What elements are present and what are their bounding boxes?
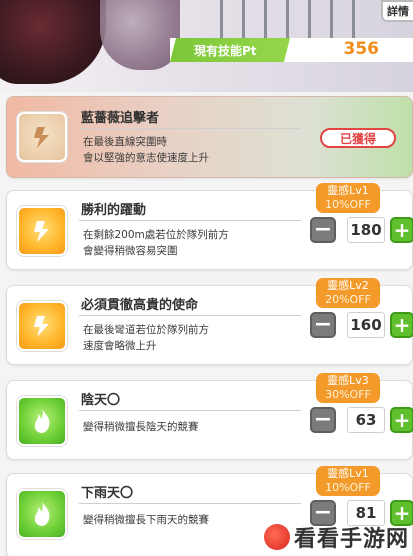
hint-discount: 20%OFF [325,293,371,306]
green-flame-icon [17,396,67,446]
skill-list[interactable]: 藍薔薇追擊者 在最後直線突圍時 會以堅強的意志使速度上升 已獲得 勝利的躍動 在… [0,92,413,556]
hint-level: 靈感Lv1 [327,184,369,197]
skill-pt-value: 356 [343,39,380,59]
skill-description-line: 在剩餘200m處若位於隊列前方 [83,229,229,241]
gold-runner-icon [17,301,67,351]
skill-description-line: 在最後直線突圍時 [83,136,167,148]
decrease-button[interactable]: − [310,217,336,243]
skill-name: 必須貫徹高貴的使命 [81,298,199,313]
hint-level: 靈感Lv2 [327,279,369,292]
skill-description-line: 變得稍微擅長下雨天的競賽 [83,514,209,526]
character-figure [0,0,106,84]
hint-discount-badge: 靈感Lv1 10%OFF [316,183,380,213]
skill-name: 藍薔薇追擊者 [81,111,160,126]
skill-description: 變得稍微擅長下雨天的競賽 [83,512,209,528]
hint-discount: 10%OFF [325,481,371,494]
skill-card-acquired[interactable]: 藍薔薇追擊者 在最後直線突圍時 會以堅強的意志使速度上升 已獲得 [6,96,413,178]
skill-card[interactable]: 必須貫徹高貴的使命 在最後彎道若位於隊列前方 速度會略微上升 靈感Lv2 20%… [6,278,413,365]
skill-divider [79,410,301,411]
skill-pt-label: 現有技能Pt [170,38,290,62]
site-watermark: 看看手游网 [263,522,409,552]
increase-button[interactable]: + [390,407,413,433]
character-scene: 詳情 現有技能Pt 356 [0,0,413,92]
skill-description: 在剩餘200m處若位於隊列前方 會變得稍微容易突圍 [83,227,229,259]
skill-description-line: 在最後彎道若位於隊列前方 [83,324,209,336]
skill-cost: 63 [347,407,385,433]
skill-description: 在最後直線突圍時 會以堅強的意志使速度上升 [83,134,209,166]
skill-divider [79,503,301,504]
skill-description-line: 速度會略微上升 [83,340,157,352]
skill-description-line: 會以堅強的意志使速度上升 [83,152,209,164]
detail-button[interactable]: 詳情 [381,0,413,22]
skill-description-line: 變得稍微擅長陰天的競賽 [83,421,199,433]
skill-divider [79,128,301,129]
character-figure-secondary [100,0,180,70]
skill-card[interactable]: 陰天〇 變得稍微擅長陰天的競賽 靈感Lv3 30%OFF − 63 + [6,373,413,460]
skill-name: 陰天〇 [81,393,121,408]
skill-cost: 180 [347,217,385,243]
hint-discount-badge: 靈感Lv2 20%OFF [316,278,380,308]
skill-description: 在最後彎道若位於隊列前方 速度會略微上升 [83,322,209,354]
skill-divider [79,315,301,316]
skill-name: 下雨天〇 [81,486,134,501]
hint-discount-badge: 靈感Lv1 10%OFF [316,466,380,496]
skill-description-line: 會變得稍微容易突圍 [83,245,178,257]
hint-discount: 30%OFF [325,388,371,401]
watermark-text: 看看手游网 [293,527,409,552]
increase-button[interactable]: + [390,217,413,243]
acquired-badge: 已獲得 [320,128,396,148]
hint-level: 靈感Lv1 [327,467,369,480]
increase-button[interactable]: + [390,312,413,338]
decrease-button[interactable]: − [310,407,336,433]
hint-discount: 10%OFF [325,198,371,211]
skill-cost: 160 [347,312,385,338]
gold-runner-icon [17,112,67,162]
hint-discount-badge: 靈感Lv3 30%OFF [316,373,380,403]
hint-level: 靈感Lv3 [327,374,369,387]
skill-card[interactable]: 勝利的躍動 在剩餘200m處若位於隊列前方 會變得稍微容易突圍 靈感Lv1 10… [6,183,413,270]
gold-runner-icon [17,206,67,256]
green-flame-icon [17,489,67,539]
skill-pt-bar: 現有技能Pt 356 [170,38,413,62]
skill-divider [79,220,301,221]
decrease-button[interactable]: − [310,312,336,338]
skill-description: 變得稍微擅長陰天的競賽 [83,419,199,435]
gym-background [220,0,370,40]
watermark-logo-icon [263,524,290,550]
skill-name: 勝利的躍動 [81,203,147,218]
